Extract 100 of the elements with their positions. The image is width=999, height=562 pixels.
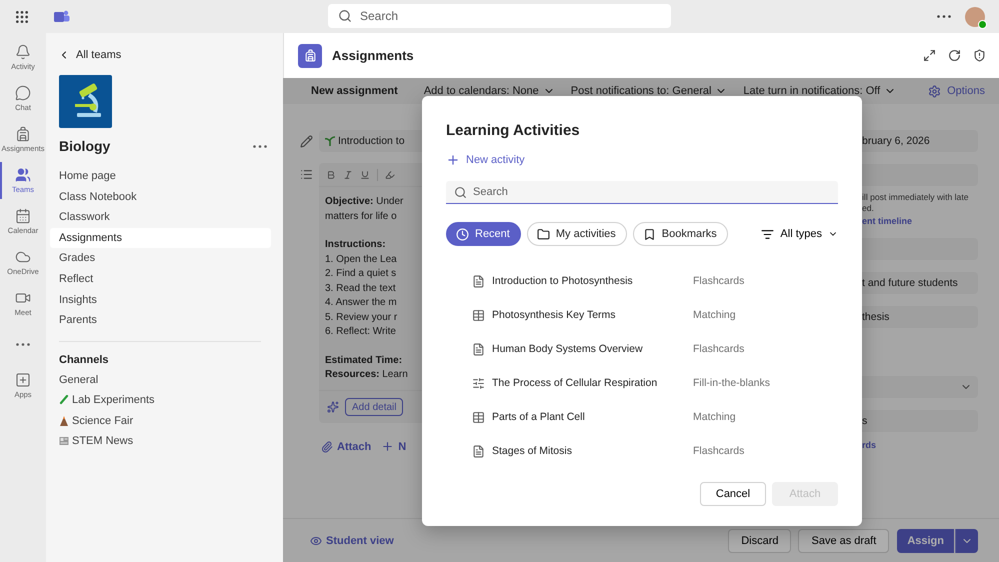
- dropdown-button[interactable]: Late turn in notifications: Off: [743, 85, 896, 97]
- filter-chip[interactable]: My activities: [526, 222, 627, 246]
- nav-item[interactable]: Class Notebook: [50, 186, 271, 208]
- people-icon: [15, 167, 31, 183]
- activity-name[interactable]: Human Body Systems Overview: [492, 343, 687, 355]
- new-button[interactable]: N: [381, 440, 406, 453]
- grid-icon: [472, 410, 485, 424]
- nav-item[interactable]: Parents: [50, 310, 271, 331]
- nav-item[interactable]: Grades: [50, 248, 271, 269]
- dropdown-field[interactable]: [862, 376, 978, 398]
- channel-item[interactable]: STEM News: [50, 430, 271, 452]
- instruction-line: 4. Answer the m: [325, 296, 398, 310]
- assign-button[interactable]: Assign: [897, 528, 954, 552]
- card-icon: [472, 444, 485, 458]
- activity-name[interactable]: Introduction to Photosynthesis: [492, 275, 687, 287]
- student-view-button[interactable]: Student view: [310, 534, 394, 546]
- underline-icon[interactable]: [360, 170, 370, 180]
- form-field[interactable]: s: [862, 410, 978, 432]
- activity-type: Fill-in-the-blanks: [693, 377, 772, 389]
- plus-icon: [381, 440, 394, 453]
- instruction-line: 2. Find a quiet s: [325, 267, 398, 281]
- more-icon[interactable]: [253, 144, 267, 148]
- avatar[interactable]: [965, 6, 985, 26]
- paperclip-icon: [321, 440, 333, 452]
- search-field[interactable]: Search: [328, 4, 671, 28]
- activity-name[interactable]: Stages of Mitosis: [492, 445, 687, 457]
- shield-icon[interactable]: [973, 49, 986, 62]
- toolbar-button[interactable]: New assignment: [311, 85, 398, 97]
- dropdown-button[interactable]: Add to calendars: None: [424, 85, 555, 97]
- options-button[interactable]: Options: [928, 84, 985, 98]
- cloud-icon: [15, 249, 31, 265]
- bell-icon: [15, 44, 31, 60]
- refresh-icon[interactable]: [948, 49, 961, 62]
- app-launcher-icon[interactable]: [14, 8, 30, 24]
- bold-icon[interactable]: [326, 170, 336, 180]
- save-draft-button[interactable]: Save as draft: [798, 528, 890, 552]
- nav-item[interactable]: Home page: [50, 166, 271, 187]
- search-field[interactable]: Search: [446, 181, 838, 204]
- italic-icon[interactable]: [343, 170, 353, 180]
- nav-item[interactable]: Classwork: [50, 207, 271, 228]
- channel-item[interactable]: General: [50, 370, 271, 390]
- highlighter-icon[interactable]: [385, 170, 395, 180]
- app-logo-icon[interactable]: [54, 10, 70, 24]
- filter-chip[interactable]: Bookmarks: [632, 222, 728, 246]
- volcano-icon: [59, 416, 69, 426]
- list-icon: [300, 168, 312, 181]
- activity-name[interactable]: Photosynthesis Key Terms: [492, 309, 687, 321]
- bookmark-icon: [642, 228, 656, 240]
- add-detail-button[interactable]: Add detail: [345, 398, 404, 416]
- chat-icon: [15, 85, 31, 101]
- filter-icon: [761, 228, 774, 240]
- folder-icon: [536, 228, 550, 240]
- channel-item[interactable]: Science Fair: [50, 410, 271, 431]
- form-field[interactable]: [862, 164, 978, 186]
- team-logo-icon[interactable]: [59, 75, 112, 128]
- activity-type: Matching: [693, 411, 737, 423]
- assignments-icon: [298, 44, 322, 68]
- title-field[interactable]: Introduction to: [319, 130, 422, 152]
- expand-icon[interactable]: [923, 49, 936, 62]
- more-icon[interactable]: [937, 15, 951, 18]
- app-title: Assignments: [332, 48, 414, 63]
- dropdown-button[interactable]: Post notifications to: General: [570, 85, 728, 97]
- clock-icon: [456, 228, 469, 240]
- back-link[interactable]: All teams: [50, 45, 271, 65]
- card-icon: [472, 274, 485, 288]
- discard-button[interactable]: Discard: [728, 528, 792, 552]
- eye-icon: [310, 534, 322, 546]
- nav-item[interactable]: Reflect: [50, 268, 271, 290]
- pencil-icon: [300, 135, 312, 148]
- helper-text: ill post immediately with late: [862, 192, 970, 203]
- text-link[interactable]: ent timeline: [862, 216, 999, 226]
- text-link[interactable]: rds: [862, 440, 999, 450]
- form-field[interactable]: [862, 238, 978, 260]
- nav-item[interactable]: Insights: [50, 290, 271, 310]
- instruction-line: matters for life o: [325, 210, 398, 224]
- attach-button[interactable]: Attach: [321, 440, 372, 453]
- card-icon: [472, 342, 485, 356]
- type-filter-button[interactable]: All types: [761, 228, 838, 240]
- instruction-line: Instructions:: [325, 238, 387, 252]
- instruction-line: Resources: Learn: [325, 368, 409, 382]
- plus-icon: [446, 153, 460, 167]
- search-icon: [454, 186, 467, 198]
- new-activity-button[interactable]: New activity: [446, 153, 525, 167]
- channel-item[interactable]: Lab Experiments: [50, 390, 271, 411]
- form-field[interactable]: bruary 6, 2026: [862, 130, 978, 152]
- filter-chip[interactable]: Recent: [446, 222, 521, 246]
- form-field[interactable]: thesis: [862, 306, 978, 328]
- settings-icon: [928, 84, 942, 98]
- instructions-editor[interactable]: Objective: Under matters for life o Instructions: 1. Open the Lea 2. Find a quiet s 3. Read the text 4. Answer the m 5. Review your r 6. Reflect: Write Estimated Time: Resources: Learn Add detail: [319, 163, 422, 423]
- activity-name[interactable]: The Process of Cellular Respiration: [492, 377, 687, 389]
- grid-icon: [472, 308, 485, 322]
- instruction-line: Estimated Time:: [325, 354, 404, 368]
- activity-type: Flashcards: [693, 275, 746, 287]
- instruction-line: 3. Read the text: [325, 282, 397, 296]
- assign-menu-button[interactable]: [955, 528, 978, 552]
- form-field[interactable]: t and future students: [862, 272, 978, 294]
- nav-item[interactable]: Assignments: [50, 228, 271, 248]
- cancel-button[interactable]: Cancel: [700, 482, 766, 506]
- activity-name[interactable]: Parts of a Plant Cell: [492, 411, 687, 423]
- newspaper-icon: [59, 436, 69, 446]
